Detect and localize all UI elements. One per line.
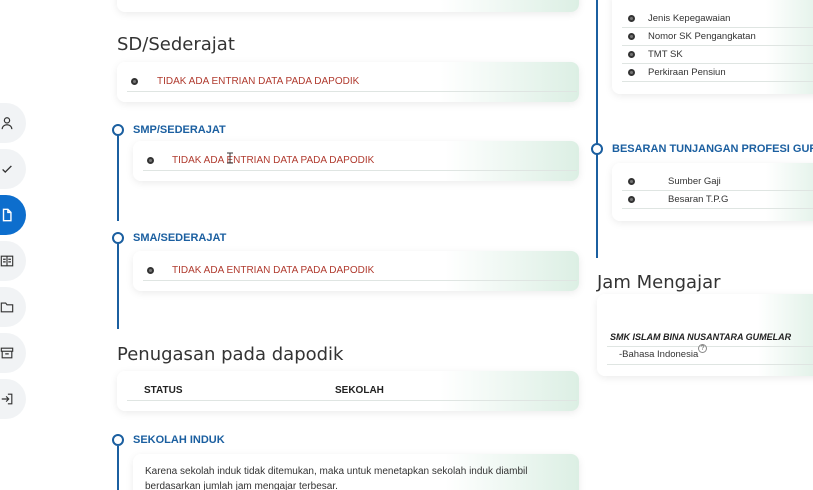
row-divider xyxy=(607,346,813,347)
sidebar-document-button[interactable] xyxy=(0,195,26,235)
sd-empty-text: TIDAK ADA ENTRIAN DATA PADA DAPODIK xyxy=(157,76,360,87)
archive-icon xyxy=(0,347,14,359)
sidebar-archive-button[interactable] xyxy=(0,333,26,373)
bullet-icon xyxy=(147,267,154,274)
sd-section-title: SD/Sederajat xyxy=(117,34,235,55)
row-divider xyxy=(127,91,577,92)
sma-card: TIDAK ADA ENTRIAN DATA PADA DAPODIK xyxy=(133,251,579,291)
smp-empty-text: TIDAK ADA ENTRIAN DATA PADA DAPODIK xyxy=(172,155,375,166)
sidebar-user-button[interactable] xyxy=(0,103,26,143)
help-icon[interactable]: ? xyxy=(698,344,707,353)
sma-empty-text: TIDAK ADA ENTRIAN DATA PADA DAPODIK xyxy=(172,265,375,276)
sidebar-book-button[interactable] xyxy=(0,241,26,281)
bullet-icon xyxy=(628,178,635,185)
item-perkiraan-pensiun: Perkiraan Pensiun xyxy=(648,67,726,78)
bullet-icon xyxy=(147,157,154,164)
table-header-status: STATUS xyxy=(144,385,183,396)
timeline-node-icon xyxy=(112,124,124,136)
row-divider xyxy=(143,280,577,281)
logout-icon xyxy=(1,393,13,405)
item-nomor-sk: Nomor SK Pengangkatan xyxy=(648,31,756,42)
folder-icon xyxy=(0,302,14,313)
sd-card: TIDAK ADA ENTRIAN DATA PADA DAPODIK xyxy=(117,62,579,102)
text-cursor-icon xyxy=(227,152,233,164)
sma-title: SMA/SEDERAJAT xyxy=(133,232,227,244)
tunjangan-card: Sumber Gaji Besaran T.P.G xyxy=(612,163,813,221)
row-divider xyxy=(143,170,577,171)
bullet-icon xyxy=(628,69,635,76)
kepegawaian-card: Jenis Kepegawaian Nomor SK Pengangkatan … xyxy=(612,0,813,94)
jam-mengajar-title: Jam Mengajar xyxy=(597,272,721,293)
timeline-line-right xyxy=(596,0,598,258)
sidebar-check-button[interactable] xyxy=(0,149,26,189)
smp-card: TIDAK ADA ENTRIAN DATA PADA DAPODIK xyxy=(133,141,579,181)
timeline-node-icon xyxy=(112,434,124,446)
school-name: SMK ISLAM BINA NUSANTARA GUMELAR xyxy=(610,332,792,342)
smp-title: SMP/SEDERAJAT xyxy=(133,124,226,136)
bullet-icon xyxy=(628,196,635,203)
jam-mengajar-card: SMK ISLAM BINA NUSANTARA GUMELAR -Bahasa… xyxy=(597,294,813,376)
sekolah-induk-note: Karena sekolah induk tidak ditemukan, ma… xyxy=(145,466,528,490)
bullet-icon xyxy=(131,78,138,85)
item-jenis-kepegawaian: Jenis Kepegawaian xyxy=(648,13,731,24)
row-divider xyxy=(622,190,813,191)
subject-text: -Bahasa Indonesia xyxy=(619,349,699,360)
item-besaran-tpg: Besaran T.P.G xyxy=(668,194,729,205)
penugasan-section-title: Penugasan pada dapodik xyxy=(117,344,344,365)
page: SD/Sederajat TIDAK ADA ENTRIAN DATA PADA… xyxy=(0,0,813,490)
sekolah-induk-title: SEKOLAH INDUK xyxy=(133,434,225,446)
item-sumber-gaji: Sumber Gaji xyxy=(668,176,721,187)
sidebar-logout-button[interactable] xyxy=(0,379,26,419)
row-divider xyxy=(622,81,813,82)
row-divider xyxy=(607,364,813,365)
check-icon xyxy=(2,165,12,174)
timeline-line xyxy=(117,446,119,490)
bullet-icon xyxy=(628,15,635,22)
table-header-sekolah: SEKOLAH xyxy=(335,385,384,396)
penugasan-table: STATUS SEKOLAH xyxy=(117,371,579,411)
bullet-icon xyxy=(628,51,635,58)
sekolah-induk-card: Karena sekolah induk tidak ditemukan, ma… xyxy=(133,454,579,490)
user-icon xyxy=(1,117,13,130)
row-divider xyxy=(622,45,813,46)
book-icon xyxy=(0,255,14,267)
timeline-node-icon xyxy=(591,143,603,155)
top-partial-card xyxy=(117,0,579,12)
row-divider xyxy=(622,63,813,64)
row-divider xyxy=(622,27,813,28)
tunjangan-title: BESARAN TUNJANGAN PROFESI GURU xyxy=(612,143,813,155)
row-divider xyxy=(622,208,813,209)
timeline-line xyxy=(117,243,119,329)
timeline-node-icon xyxy=(112,232,124,244)
item-tmt-sk: TMT SK xyxy=(648,49,683,60)
timeline-line xyxy=(117,135,119,221)
document-icon xyxy=(2,208,12,222)
sidebar-folder-button[interactable] xyxy=(0,287,26,327)
bullet-icon xyxy=(628,33,635,40)
row-divider xyxy=(127,400,577,401)
